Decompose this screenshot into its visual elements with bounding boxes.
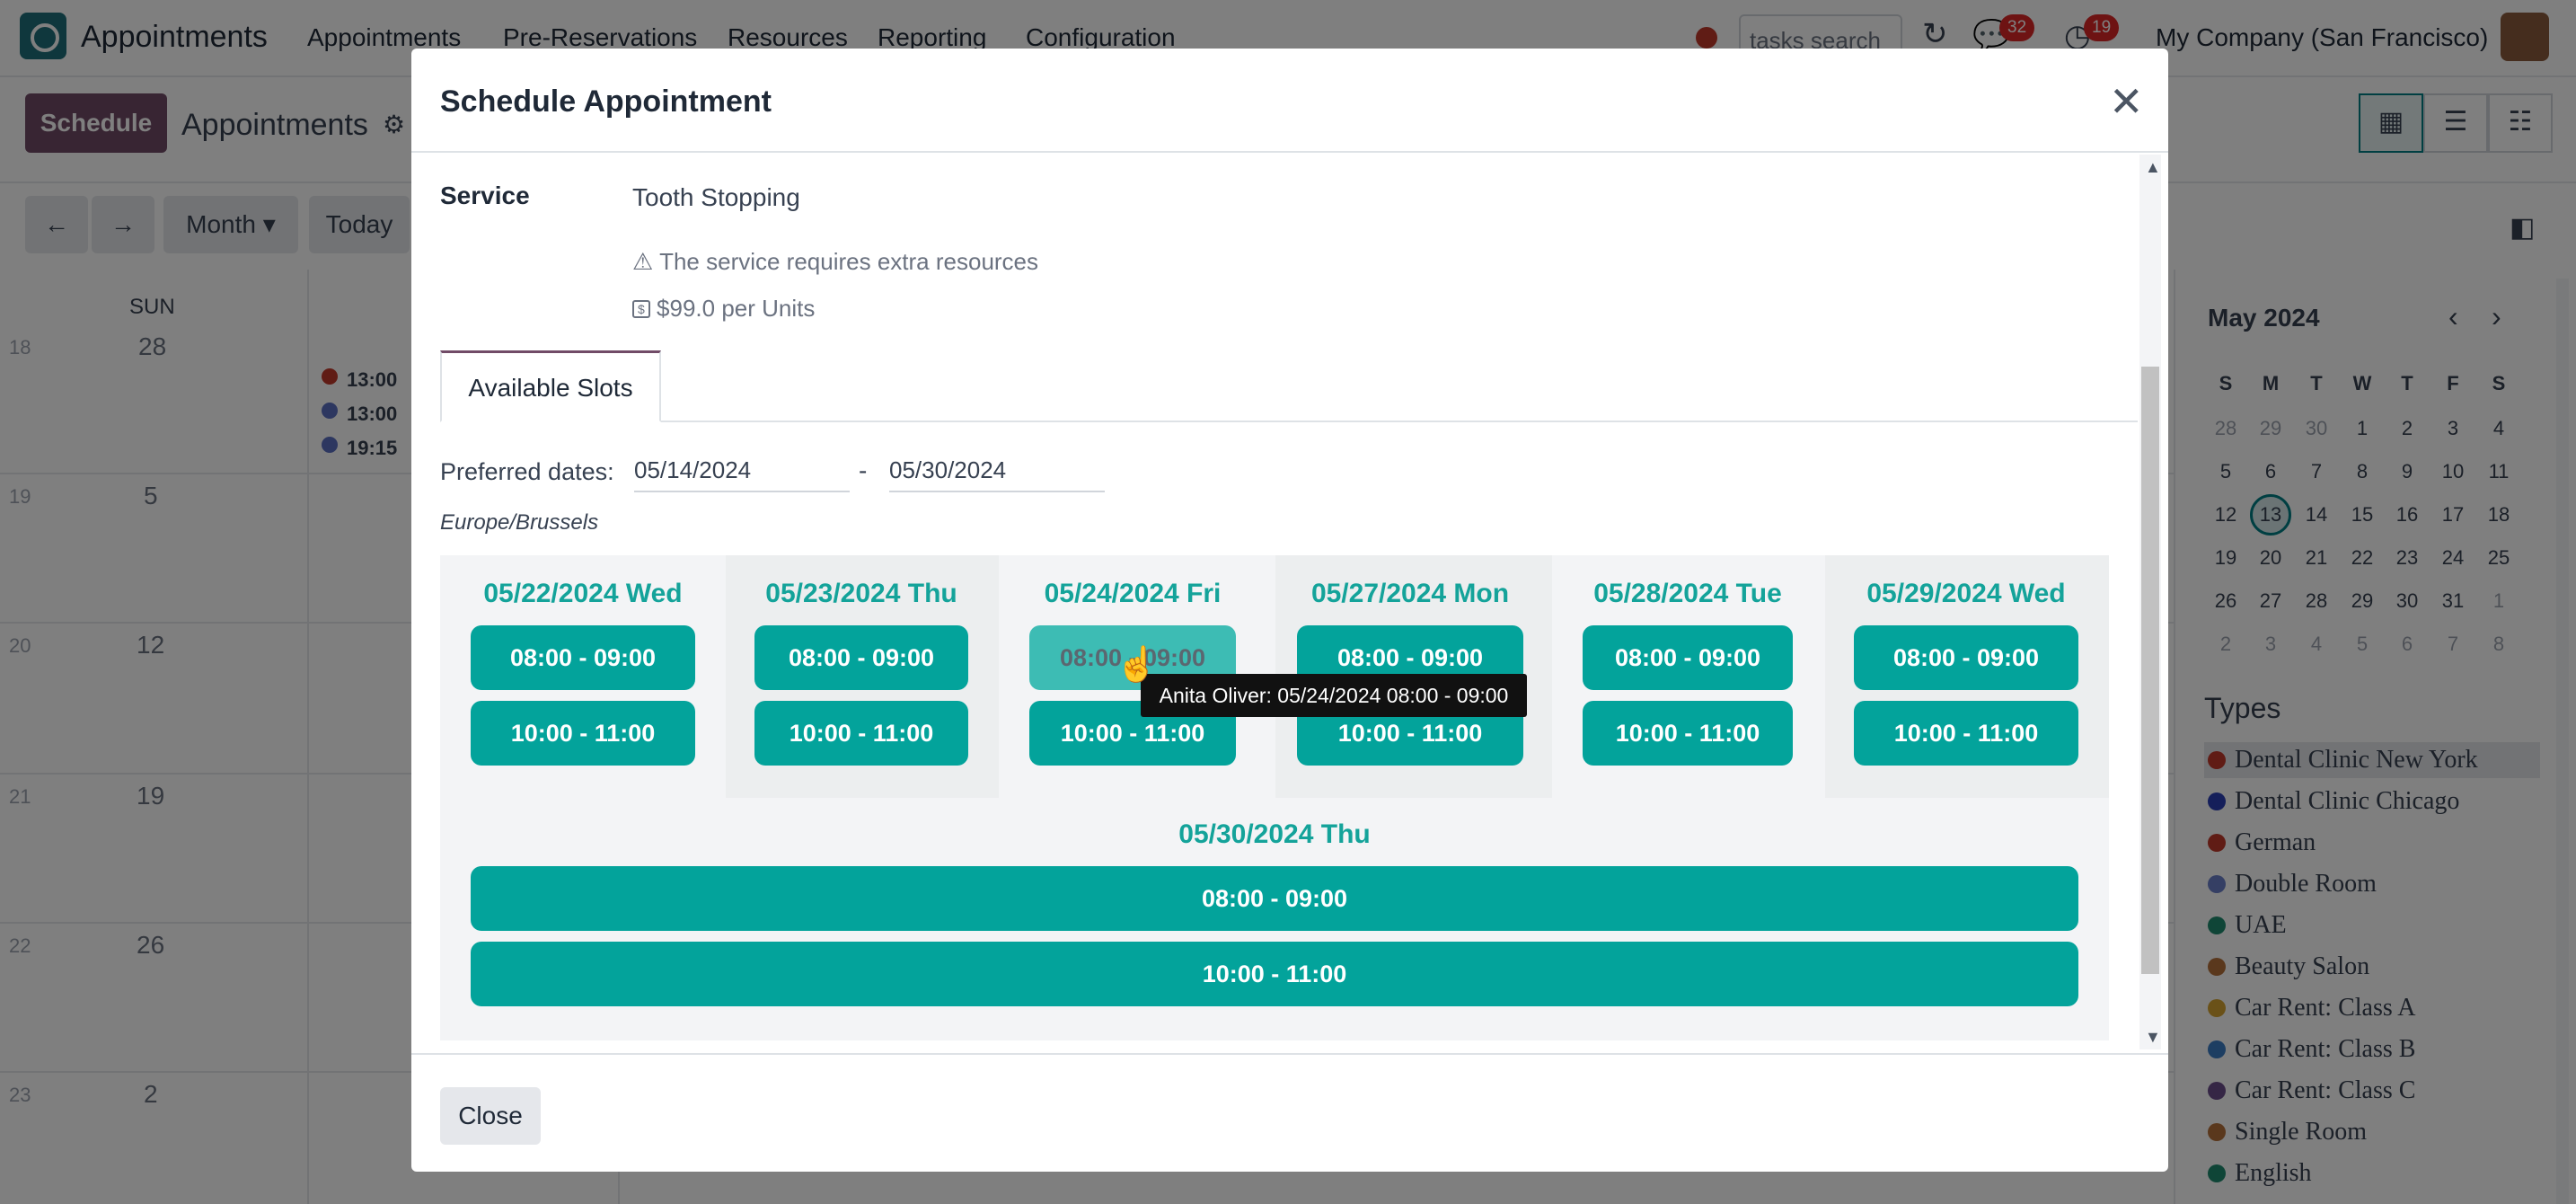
- time-slot-button[interactable]: 08:00 - 09:00: [754, 625, 968, 690]
- timezone-label: Europe/Brussels: [440, 510, 599, 535]
- date-from-input[interactable]: 05/14/2024: [634, 456, 850, 492]
- preferred-dates-label: Preferred dates:: [440, 458, 614, 485]
- day-header: 05/23/2024 Thu: [765, 579, 957, 608]
- warning-text: The service requires extra resources: [659, 248, 1039, 275]
- service-label: Service: [440, 181, 530, 209]
- scroll-up-icon[interactable]: ▲: [2145, 158, 2161, 177]
- day-header: 05/28/2024 Tue: [1593, 579, 1782, 608]
- time-slot-button[interactable]: 10:00 - 11:00: [1583, 701, 1793, 766]
- day-header: 05/22/2024 Wed: [483, 579, 683, 608]
- scroll-down-icon[interactable]: ▼: [2145, 1028, 2161, 1047]
- day-header: 05/29/2024 Wed: [1866, 579, 2066, 608]
- day-header: 05/24/2024 Fri: [1044, 579, 1222, 608]
- money-icon: $: [632, 300, 650, 318]
- close-button[interactable]: Close: [440, 1087, 541, 1145]
- time-slot-button[interactable]: 10:00 - 11:00: [1854, 701, 2078, 766]
- time-slot-button[interactable]: 10:00 - 11:00: [471, 701, 695, 766]
- service-price: $ $99.0 per Units: [632, 295, 815, 323]
- day-header: 05/27/2024 Mon: [1310, 579, 1510, 608]
- service-value[interactable]: Tooth Stopping: [632, 183, 800, 212]
- dialog-scrollbar-thumb[interactable]: [2141, 367, 2159, 974]
- tab-available-slots[interactable]: Available Slots: [440, 350, 661, 422]
- date-separator: -: [859, 456, 868, 484]
- warning-icon: ⚠: [632, 248, 654, 275]
- time-slot-button[interactable]: 10:00 - 11:00: [471, 942, 2078, 1006]
- dialog-title: Schedule Appointment: [440, 84, 772, 119]
- time-slot-button[interactable]: 08:00 - 09:00: [471, 625, 695, 690]
- date-to-input[interactable]: 05/30/2024: [889, 456, 1105, 492]
- time-slot-button[interactable]: 08:00 - 09:00: [471, 866, 2078, 931]
- time-slot-button[interactable]: 10:00 - 11:00: [754, 701, 968, 766]
- time-slot-button[interactable]: 08:00 - 09:00: [1854, 625, 2078, 690]
- price-text: $99.0 per Units: [657, 295, 816, 322]
- time-slot-button[interactable]: 08:00 - 09:00: [1583, 625, 1793, 690]
- close-icon[interactable]: ✕: [2109, 77, 2144, 126]
- slot-tooltip: Anita Oliver: 05/24/2024 08:00 - 09:00: [1141, 674, 1527, 717]
- service-warning: ⚠ The service requires extra resources: [632, 248, 1038, 276]
- day-header: 05/30/2024 Thu: [1178, 819, 1371, 849]
- hand-cursor-icon: ☝: [1116, 646, 1159, 684]
